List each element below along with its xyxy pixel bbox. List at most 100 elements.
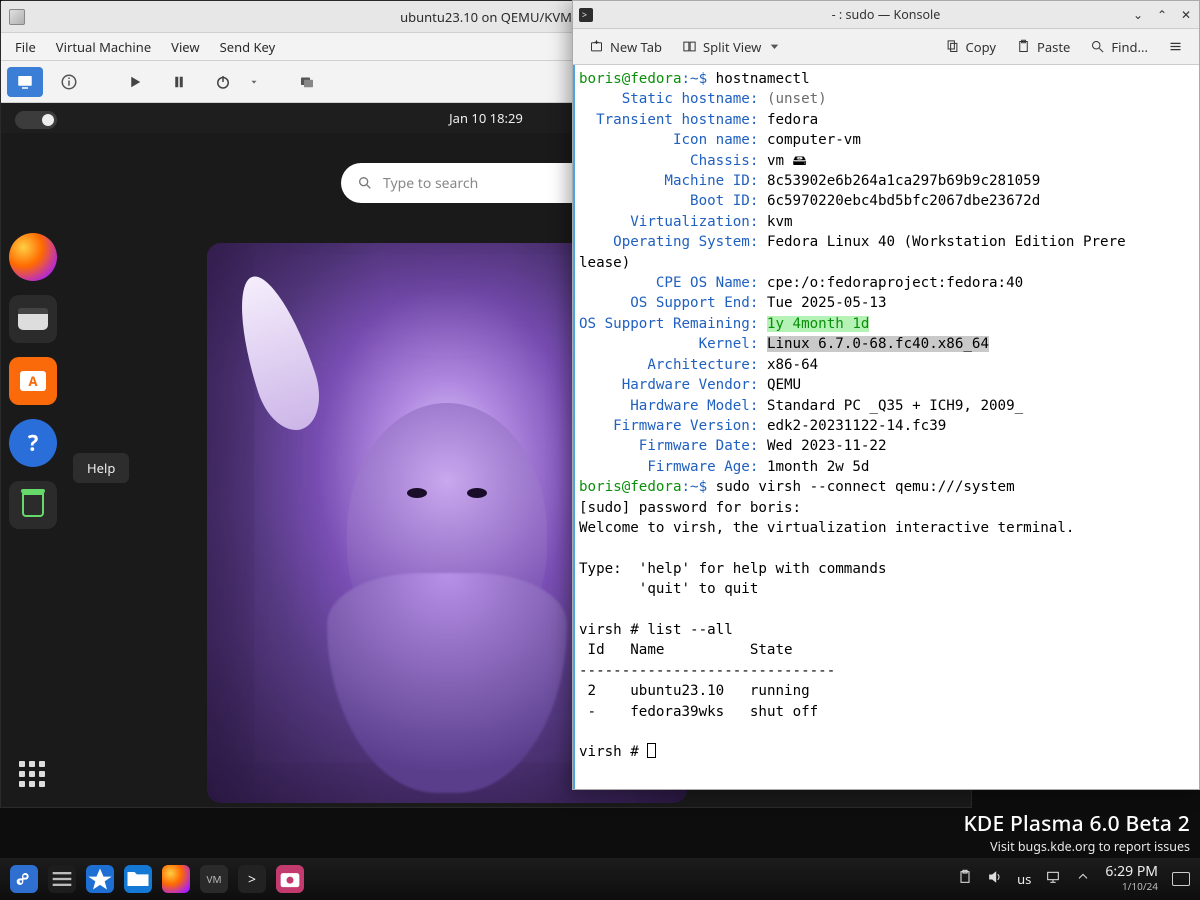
panel-spectacle[interactable] — [276, 865, 304, 893]
term-k-fwv: Firmware Version: — [613, 418, 758, 434]
vm-menu-virtual-machine[interactable]: Virtual Machine — [48, 36, 159, 58]
vm-shutdown-menu-button[interactable] — [249, 67, 259, 97]
konsole-split-view-label: Split View — [703, 38, 761, 56]
dock-firefox[interactable] — [9, 233, 57, 281]
term-v-srem: 1y 4month 1d — [767, 316, 870, 332]
term-virsh-help1: Type: 'help' for help with commands — [579, 561, 887, 577]
chevron-down-icon — [767, 39, 782, 54]
vm-menu-send-key[interactable]: Send Key — [212, 36, 284, 58]
kde-brand-subtitle: Visit bugs.kde.org to report issues — [963, 838, 1190, 855]
dock-files[interactable] — [9, 295, 57, 343]
konsole-title: - : sudo — Konsole — [573, 6, 1199, 23]
term-v-os-wrap: lease) — [579, 255, 630, 271]
panel-show-desktop[interactable] — [1172, 872, 1190, 886]
term-k-virt: Virtualization: — [630, 214, 758, 230]
vm-pause-button[interactable] — [161, 67, 197, 97]
term-v-fwa: 1month 2w 5d — [767, 459, 870, 475]
term-k-send: OS Support End: — [630, 295, 758, 311]
vm-details-button[interactable] — [51, 67, 87, 97]
panel-discover[interactable] — [86, 865, 114, 893]
panel-firefox[interactable] — [162, 865, 190, 893]
konsole-find-button[interactable]: Find... — [1082, 34, 1156, 60]
tray-clipboard-icon[interactable] — [957, 869, 973, 889]
term-k-os: Operating System: — [613, 234, 758, 250]
panel-virt-manager[interactable]: VM — [200, 865, 228, 893]
paste-icon — [1016, 39, 1031, 54]
konsole-minimize-button[interactable]: ⌄ — [1131, 8, 1145, 22]
konsole-copy-label: Copy — [966, 38, 996, 56]
term-v-fwd: Wed 2023-11-22 — [767, 438, 887, 454]
term-v-static-hostname: (unset) — [767, 91, 827, 107]
term-row1-state: shut off — [750, 704, 818, 720]
konsole-split-view-button[interactable]: Split View — [674, 34, 790, 60]
term-prompt-path: :~$ — [682, 71, 708, 87]
term-virsh-help2: 'quit' to quit — [579, 581, 758, 597]
term-prompt-userhost: boris@fedora — [579, 71, 682, 87]
konsole-copy-button[interactable]: Copy — [937, 34, 1004, 60]
term-row1-name: fedora39wks — [630, 704, 724, 720]
term-virsh-prompt1: virsh # — [579, 622, 639, 638]
konsole-toolbar: New Tab Split View Copy Paste Find... — [573, 29, 1199, 65]
term-v-transient: fedora — [767, 112, 818, 128]
term-cmd-virsh: sudo virsh --connect qemu:///system — [716, 479, 1015, 495]
desktop-watermark: KDE Plasma 6.0 Beta 2 Visit bugs.kde.org… — [963, 810, 1190, 855]
panel-clock[interactable]: 6:29 PM 1/10/24 — [1105, 865, 1158, 893]
term-k-hwm: Hardware Model: — [630, 398, 758, 414]
gnome-activities-pill[interactable] — [15, 111, 57, 129]
konsole-hamburger-button[interactable] — [1160, 35, 1191, 58]
vm-run-button[interactable] — [117, 67, 153, 97]
term-k-icon: Icon name: — [673, 132, 758, 148]
term-v-icon: computer-vm — [767, 132, 861, 148]
term-v-chassis: vm 🖴 — [767, 153, 807, 169]
term-k-kernel: Kernel: — [699, 336, 759, 352]
konsole-paste-button[interactable]: Paste — [1008, 34, 1078, 60]
new-tab-icon — [589, 39, 604, 54]
konsole-new-tab-button[interactable]: New Tab — [581, 34, 670, 60]
term-v-send: Tue 2025-05-13 — [767, 295, 887, 311]
term-row0-id: 2 — [588, 683, 597, 699]
term-v-arch: x86-64 — [767, 357, 818, 373]
term-virsh-cmd: list --all — [647, 622, 732, 638]
dock-software[interactable] — [9, 357, 57, 405]
konsole-terminal[interactable]: boris@fedora:~$ hostnamectl Static hostn… — [573, 65, 1199, 789]
vm-shutdown-button[interactable] — [205, 67, 241, 97]
konsole-find-label: Find... — [1111, 38, 1148, 56]
term-sudo-prompt: [sudo] password for boris: — [579, 500, 801, 516]
term-virsh-prompt2: virsh # — [579, 744, 639, 760]
tray-keyboard-layout[interactable]: us — [1017, 870, 1031, 888]
art-beard — [327, 573, 567, 793]
term-virsh-sep: ------------------------------ — [579, 663, 835, 679]
vm-menu-view[interactable]: View — [163, 36, 207, 58]
konsole-close-button[interactable]: ✕ — [1179, 8, 1193, 22]
panel-settings[interactable] — [48, 865, 76, 893]
dock-help[interactable]: ? — [9, 419, 57, 467]
term-prompt2-userhost: boris@fedora — [579, 479, 682, 495]
panel-app-launcher[interactable] — [10, 865, 38, 893]
panel-konsole[interactable]: > — [238, 865, 266, 893]
term-v-fwv: edk2-20231122-14.fc39 — [767, 418, 946, 434]
copy-icon — [945, 39, 960, 54]
term-k-bid: Boot ID: — [690, 193, 758, 209]
term-k-cpe: CPE OS Name: — [656, 275, 759, 291]
term-v-mid: 8c53902e6b264a1ca297b69b9c281059 — [767, 173, 1040, 189]
gnome-show-apps-button[interactable] — [19, 761, 47, 789]
tray-network-icon[interactable] — [1045, 869, 1061, 889]
term-virsh-header: Id Name State — [579, 642, 793, 658]
tray-volume-icon[interactable] — [987, 869, 1003, 889]
term-k-transient: Transient hostname: — [596, 112, 758, 128]
konsole-maximize-button[interactable]: ⌃ — [1155, 8, 1169, 22]
panel-dolphin[interactable] — [124, 865, 152, 893]
tray-expand-icon[interactable] — [1075, 869, 1091, 889]
split-view-icon — [682, 39, 697, 54]
term-row0-name: ubuntu23.10 — [630, 683, 724, 699]
gnome-clock[interactable]: Jan 10 18:29 — [449, 109, 523, 127]
term-k-srem: OS Support Remaining: — [579, 316, 758, 332]
dock-trash[interactable] — [9, 481, 57, 529]
art-eye-right — [467, 488, 487, 498]
vm-menu-file[interactable]: File — [7, 36, 44, 58]
konsole-titlebar[interactable]: - : sudo — Konsole ⌄ ⌃ ✕ — [573, 1, 1199, 29]
vm-snapshots-button[interactable] — [289, 67, 325, 97]
term-v-hwm: Standard PC _Q35 + ICH9, 2009_ — [767, 398, 1023, 414]
term-v-virt: kvm — [767, 214, 793, 230]
vm-console-button[interactable] — [7, 67, 43, 97]
